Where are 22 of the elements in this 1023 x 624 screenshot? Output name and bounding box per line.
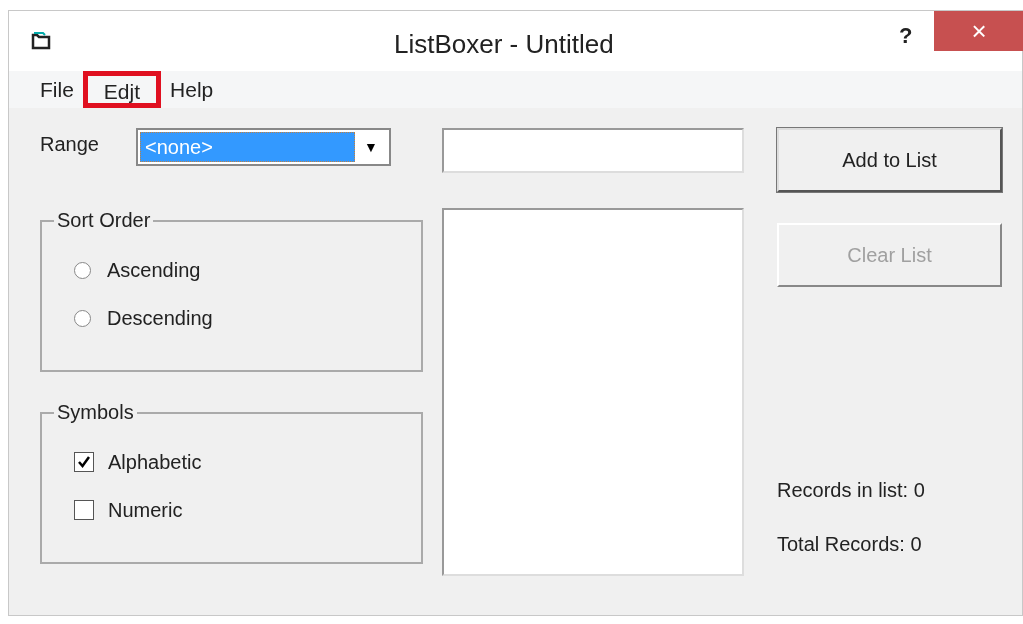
radio-label: Ascending xyxy=(107,258,201,283)
range-dropdown[interactable]: <none> ▼ xyxy=(136,128,391,166)
app-icon xyxy=(31,31,53,51)
close-button[interactable]: × xyxy=(934,11,1023,51)
checkbox[interactable] xyxy=(74,500,94,520)
checkbox-label: Alphabetic xyxy=(108,450,202,475)
checkbox-label: Numeric xyxy=(108,498,183,523)
window-title: ListBoxer - Untitled xyxy=(394,28,614,61)
radio-button[interactable] xyxy=(74,309,91,327)
range-label: Range xyxy=(40,132,100,157)
record-count-label: Total Records: 0 xyxy=(777,532,923,557)
radio-label: Descending xyxy=(107,306,213,331)
menu-item[interactable]: Help xyxy=(167,71,217,108)
help-button[interactable]: ? xyxy=(891,19,921,52)
checkbox[interactable] xyxy=(74,452,94,472)
action-button[interactable]: Add to List xyxy=(777,128,1002,192)
dropdown-arrow-icon: ▼ xyxy=(355,136,387,158)
menu-item[interactable]: Edjt xyxy=(82,71,162,108)
record-count-label: Records in list: 0 xyxy=(777,478,926,503)
menu-item[interactable]: File xyxy=(37,71,77,108)
radio-button[interactable] xyxy=(74,261,91,279)
text-input-field[interactable] xyxy=(442,128,744,173)
